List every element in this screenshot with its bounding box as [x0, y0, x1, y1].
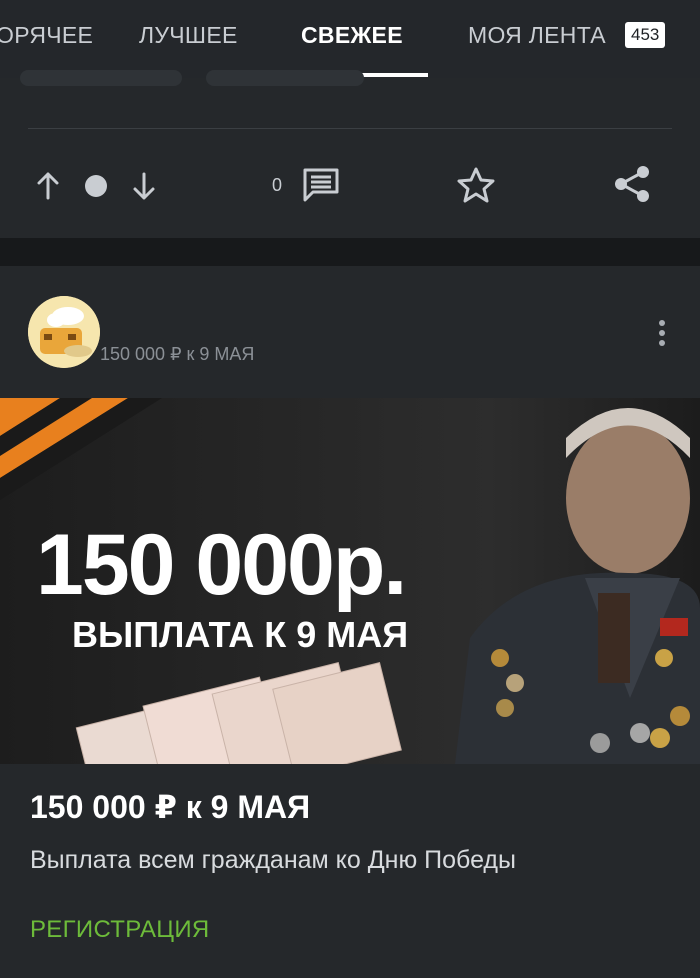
post-title[interactable]: 150 000 ₽ к 9 МАЯ — [30, 788, 310, 826]
registration-link[interactable]: РЕГИСТРАЦИЯ — [30, 916, 210, 944]
top-tab-bar: ОРЯЧЕЕ ЛУЧШЕЕ СВЕЖЕЕ МОЯ ЛЕНТА 453 — [0, 0, 700, 78]
comment-count: 0 — [272, 175, 283, 195]
avatar[interactable] — [28, 296, 100, 368]
star-icon[interactable] — [456, 166, 496, 204]
post-description: Выплата всем гражданам ко Дню Победы — [30, 846, 516, 874]
my-feed-count-badge: 453 — [625, 22, 666, 48]
divider — [28, 128, 672, 129]
banner-headline: 150 000р. — [36, 517, 407, 613]
chef-hat-logo-icon — [28, 296, 100, 368]
comment-icon[interactable] — [302, 167, 340, 203]
tag-chip[interactable] — [206, 70, 364, 86]
share-icon[interactable] — [613, 164, 651, 204]
post-author-line[interactable]: 150 000 ₽ к 9 МАЯ — [100, 344, 254, 365]
arrow-down-icon[interactable] — [130, 170, 158, 202]
dot-icon — [85, 175, 107, 197]
previous-post-footer: 0 — [0, 70, 700, 238]
arrow-up-icon[interactable] — [34, 170, 62, 202]
tab-fresh[interactable]: СВЕЖЕЕ — [301, 22, 403, 49]
tab-best[interactable]: ЛУЧШЕЕ — [139, 22, 238, 49]
tab-hot[interactable]: ОРЯЧЕЕ — [0, 22, 93, 49]
post-banner-image[interactable]: 150 000р. ВЫПЛАТА К 9 МАЯ — [0, 398, 700, 764]
banner-subline: ВЫПЛАТА К 9 МАЯ — [72, 614, 409, 655]
tag-chip[interactable] — [20, 70, 182, 86]
tab-my-feed[interactable]: МОЯ ЛЕНТА — [468, 22, 606, 49]
more-options-icon[interactable] — [654, 318, 670, 348]
post-card: 150 000 ₽ к 9 МАЯ 150 000р. ВЫПЛАТА К 9 … — [0, 266, 700, 978]
